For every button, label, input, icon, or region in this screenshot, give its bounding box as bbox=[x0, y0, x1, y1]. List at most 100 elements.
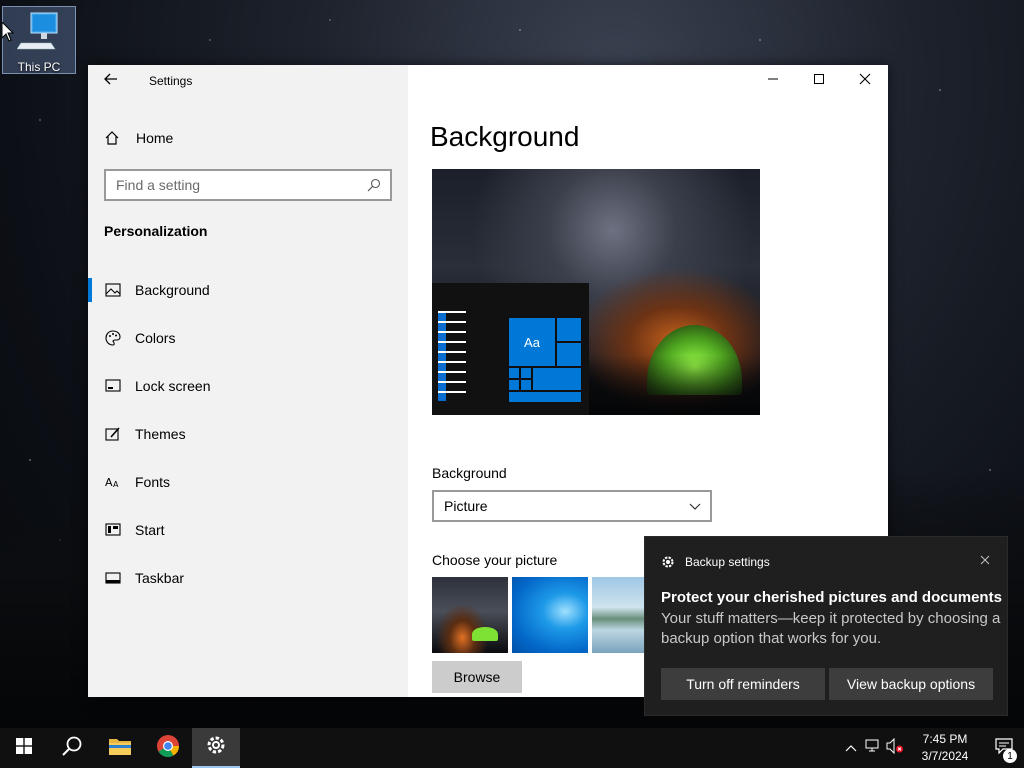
minimize-button[interactable] bbox=[750, 65, 796, 97]
toast-body: Your stuff matters—keep it protected by … bbox=[661, 610, 1001, 647]
network-icon bbox=[865, 739, 881, 758]
window-title: Settings bbox=[149, 74, 193, 88]
start-button[interactable] bbox=[0, 728, 48, 768]
network-button[interactable] bbox=[862, 728, 884, 768]
close-icon bbox=[980, 552, 990, 570]
settings-sidebar: Settings Home Personalization Background bbox=[88, 65, 408, 697]
themes-icon bbox=[104, 426, 122, 442]
sidebar-item-label: Taskbar bbox=[135, 570, 185, 586]
gear-icon bbox=[661, 555, 677, 569]
back-arrow-icon bbox=[104, 72, 118, 90]
section-title: Personalization bbox=[104, 223, 208, 239]
sidebar-item-label: Themes bbox=[135, 426, 186, 442]
fonts-icon: AA bbox=[104, 475, 122, 489]
clock-date: 3/7/2024 bbox=[921, 749, 969, 763]
show-hidden-icons-button[interactable] bbox=[840, 728, 862, 768]
picture-thumbnail-2[interactable] bbox=[512, 577, 588, 653]
sidebar-item-lock-screen[interactable]: Lock screen bbox=[88, 362, 408, 410]
system-tray: 7:45 PM 3/7/2024 1 bbox=[840, 728, 1024, 768]
toast-title: Protect your cherished pictures and docu… bbox=[661, 589, 1002, 606]
preview-tile bbox=[532, 367, 582, 391]
sidebar-item-label: Start bbox=[135, 522, 165, 538]
svg-text:A: A bbox=[105, 476, 113, 489]
windows-logo-icon bbox=[16, 737, 32, 759]
sidebar-item-colors[interactable]: Colors bbox=[88, 314, 408, 362]
sidebar-item-label: Fonts bbox=[135, 474, 171, 490]
start-icon bbox=[104, 523, 122, 537]
toast-header: Backup settings bbox=[661, 555, 770, 569]
picture-icon bbox=[104, 283, 122, 297]
toast-close-button[interactable] bbox=[977, 553, 993, 569]
turn-off-reminders-button[interactable]: Turn off reminders bbox=[661, 668, 825, 700]
palette-icon bbox=[104, 330, 122, 346]
sidebar-item-themes[interactable]: Themes bbox=[88, 410, 408, 458]
close-icon bbox=[859, 72, 871, 90]
browse-button[interactable]: Browse bbox=[432, 661, 522, 693]
title-bar: Settings bbox=[88, 65, 408, 97]
dropdown-value: Picture bbox=[444, 498, 488, 514]
minimize-icon bbox=[767, 72, 779, 90]
action-center-button[interactable]: 1 bbox=[984, 728, 1024, 768]
preview-tile bbox=[508, 367, 520, 379]
volume-muted-icon bbox=[886, 737, 904, 759]
sidebar-item-taskbar[interactable]: Taskbar bbox=[88, 554, 408, 602]
search-icon[interactable] bbox=[366, 177, 382, 193]
page-title: Background bbox=[430, 121, 580, 152]
sidebar-item-start[interactable]: Start bbox=[88, 506, 408, 554]
home-label: Home bbox=[136, 130, 174, 146]
taskbar: 7:45 PM 3/7/2024 1 bbox=[0, 728, 1024, 768]
search-input[interactable] bbox=[116, 177, 366, 193]
home-nav-item[interactable]: Home bbox=[88, 121, 408, 155]
folder-icon bbox=[108, 736, 132, 761]
chrome-icon bbox=[156, 734, 180, 763]
background-type-label: Background bbox=[432, 465, 507, 481]
preview-start-menu: Aa bbox=[432, 283, 589, 415]
maximize-button[interactable] bbox=[796, 65, 842, 97]
chevron-down-icon bbox=[688, 499, 702, 516]
preview-tile bbox=[508, 391, 582, 403]
personalization-nav: Background Colors Lock screen Themes A A… bbox=[88, 266, 408, 602]
picture-thumbnail-1[interactable] bbox=[432, 577, 508, 653]
preview-tile bbox=[556, 342, 582, 367]
picture-thumbnails bbox=[432, 577, 668, 653]
preview-tile bbox=[520, 367, 532, 379]
sidebar-item-label: Background bbox=[135, 282, 210, 298]
desktop-icon-label: This PC bbox=[17, 60, 61, 74]
lock-screen-icon bbox=[104, 379, 122, 393]
preview-start-list bbox=[438, 311, 468, 401]
settings-taskbar-button[interactable] bbox=[192, 728, 240, 768]
back-button[interactable] bbox=[88, 65, 134, 97]
backup-toast: Backup settings Protect your cherished p… bbox=[644, 536, 1008, 716]
gear-icon bbox=[205, 734, 227, 761]
preview-tiles: Aa bbox=[508, 317, 582, 403]
clock[interactable]: 7:45 PM 3/7/2024 bbox=[906, 731, 984, 765]
preview-tile bbox=[520, 379, 532, 391]
sidebar-item-label: Colors bbox=[135, 330, 176, 346]
clock-time: 7:45 PM bbox=[922, 732, 968, 746]
search-taskbar-button[interactable] bbox=[48, 728, 96, 768]
toast-app-name: Backup settings bbox=[685, 555, 770, 569]
window-caption-buttons bbox=[750, 65, 888, 97]
this-pc-icon bbox=[16, 11, 61, 56]
preview-tile-aa: Aa bbox=[508, 317, 556, 367]
chrome-button[interactable] bbox=[144, 728, 192, 768]
search-box[interactable] bbox=[104, 169, 392, 201]
mouse-cursor-icon bbox=[1, 20, 15, 47]
close-button[interactable] bbox=[842, 65, 888, 97]
taskbar-icon bbox=[104, 571, 122, 585]
preview-tile bbox=[556, 317, 582, 342]
toast-actions: Turn off reminders View backup options bbox=[661, 668, 993, 700]
preview-tile bbox=[508, 379, 520, 391]
notification-badge: 1 bbox=[1003, 749, 1017, 763]
background-preview: Aa bbox=[432, 169, 760, 415]
maximize-icon bbox=[813, 72, 825, 90]
search-icon bbox=[61, 735, 83, 762]
choose-picture-label: Choose your picture bbox=[432, 552, 558, 568]
volume-button[interactable] bbox=[884, 728, 906, 768]
background-type-dropdown[interactable]: Picture bbox=[432, 490, 712, 522]
sidebar-item-background[interactable]: Background bbox=[88, 266, 408, 314]
file-explorer-button[interactable] bbox=[96, 728, 144, 768]
svg-text:A: A bbox=[113, 480, 119, 489]
view-backup-options-button[interactable]: View backup options bbox=[829, 668, 993, 700]
sidebar-item-fonts[interactable]: AA Fonts bbox=[88, 458, 408, 506]
